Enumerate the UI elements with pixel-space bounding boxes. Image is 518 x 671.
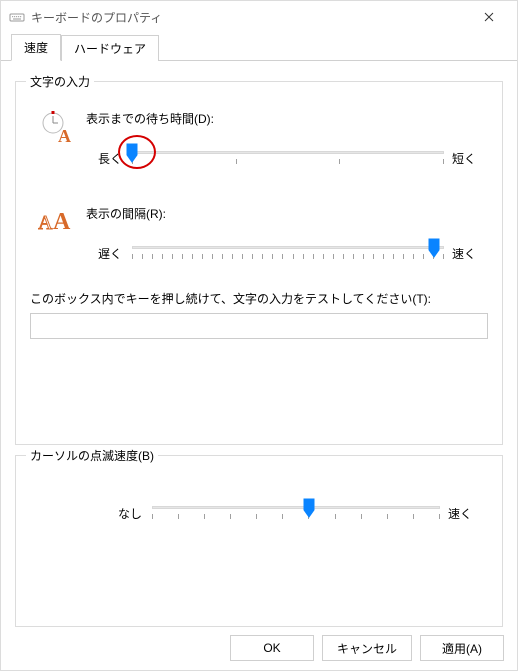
repeat-rate-label: 表示の間隔(R): bbox=[86, 205, 488, 222]
keyboard-icon bbox=[9, 9, 25, 25]
window: キーボードのプロパティ 速度 ハードウェア 文字の入力 A bbox=[0, 0, 518, 671]
tab-speed-label: 速度 bbox=[24, 41, 48, 55]
titlebar[interactable]: キーボードのプロパティ bbox=[1, 1, 517, 33]
repeat-delay-label: 表示までの待ち時間(D): bbox=[86, 110, 488, 127]
cursor-preview bbox=[65, 500, 67, 518]
cancel-button[interactable]: キャンセル bbox=[322, 635, 412, 661]
repeat-rate-right-label: 速く bbox=[448, 245, 488, 262]
close-icon bbox=[484, 12, 494, 22]
blink-left-label: なし bbox=[102, 505, 148, 522]
test-input[interactable] bbox=[30, 313, 488, 339]
repeat-delay-right-label: 短く bbox=[448, 150, 488, 167]
repeat-delay-slider[interactable] bbox=[132, 145, 444, 171]
tab-pane-speed: 文字の入力 A 表示までの待ち時間(D): 長く bbox=[1, 61, 517, 627]
blink-slider[interactable] bbox=[152, 500, 440, 526]
repeat-delay-left-label: 長く bbox=[86, 150, 128, 167]
tab-speed[interactable]: 速度 bbox=[11, 34, 61, 61]
group-char-input-title: 文字の入力 bbox=[26, 73, 94, 90]
apply-button[interactable]: 適用(A) bbox=[420, 635, 504, 661]
repeat-rate-slider-thumb[interactable] bbox=[428, 238, 440, 258]
repeat-rate-slider[interactable] bbox=[132, 240, 444, 266]
tab-strip: 速度 ハードウェア bbox=[1, 33, 517, 61]
repeat-delay-icon: A bbox=[30, 110, 86, 146]
group-blink: カーソルの点滅速度(B) なし 速 bbox=[15, 455, 503, 627]
group-blink-title: カーソルの点滅速度(B) bbox=[26, 447, 158, 464]
blink-slider-thumb[interactable] bbox=[303, 498, 315, 518]
svg-text:A: A bbox=[38, 212, 53, 234]
window-title: キーボードのプロパティ bbox=[31, 9, 469, 26]
ok-button[interactable]: OK bbox=[230, 635, 314, 661]
dialog-buttons: OK キャンセル 適用(A) bbox=[230, 635, 504, 661]
group-char-input: 文字の入力 A 表示までの待ち時間(D): 長く bbox=[15, 81, 503, 445]
repeat-rate-left-label: 遅く bbox=[86, 245, 128, 262]
tab-hardware-label: ハードウェア bbox=[74, 42, 146, 56]
svg-text:A: A bbox=[53, 209, 71, 235]
repeat-delay-slider-thumb[interactable] bbox=[126, 143, 138, 163]
test-label: このボックス内でキーを押し続けて、文字の入力をテストしてください(T): bbox=[30, 290, 488, 307]
tab-hardware[interactable]: ハードウェア bbox=[61, 35, 159, 61]
svg-text:A: A bbox=[58, 126, 71, 146]
repeat-rate-icon: A A bbox=[30, 205, 86, 235]
blink-right-label: 速く bbox=[444, 505, 488, 522]
close-button[interactable] bbox=[469, 1, 509, 33]
